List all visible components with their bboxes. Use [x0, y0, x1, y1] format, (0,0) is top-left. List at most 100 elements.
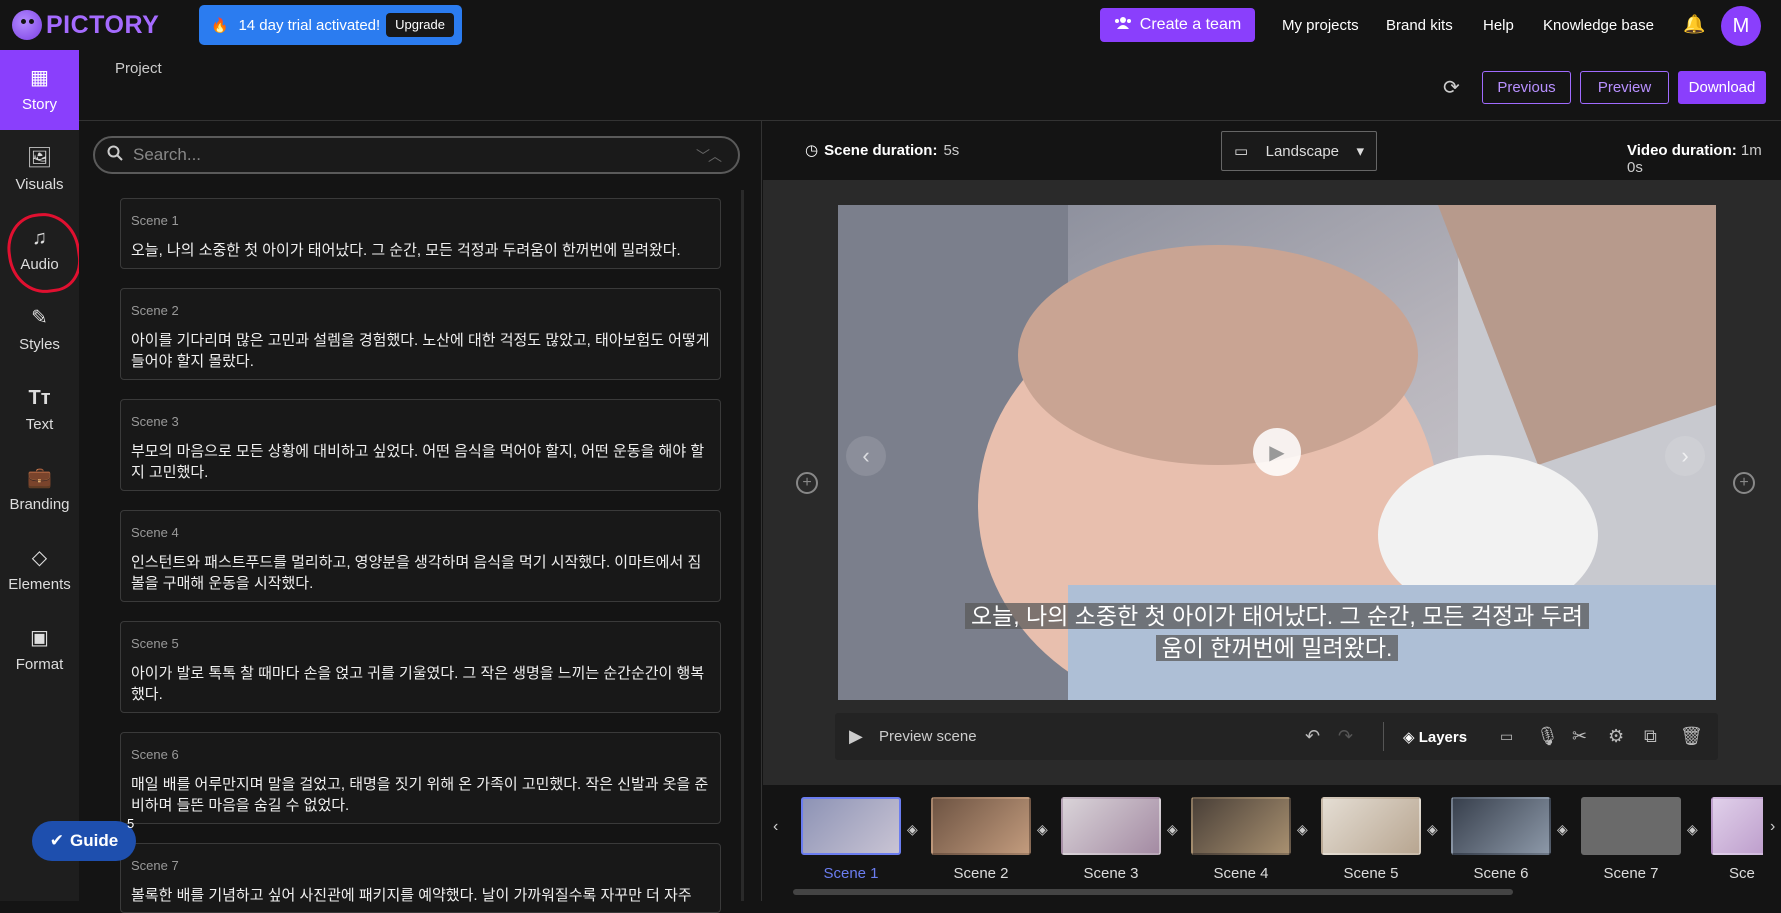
- caret-down-icon: ▾: [1356, 143, 1364, 160]
- refresh-icon[interactable]: ⟳: [1443, 75, 1460, 100]
- nav-help[interactable]: Help: [1483, 17, 1514, 34]
- timeline-thumb[interactable]: Scene 4: [1191, 797, 1291, 882]
- upgrade-button[interactable]: Upgrade: [386, 13, 454, 37]
- breadcrumb[interactable]: Project: [115, 60, 162, 77]
- scrollbar[interactable]: [741, 190, 744, 901]
- play-icon[interactable]: ▶: [849, 726, 863, 747]
- scene-card[interactable]: Scene 4 인스턴트와 패스트푸드를 멀리하고, 영양분을 생각하며 음식을…: [120, 510, 721, 602]
- landscape-icon: ▭: [1234, 143, 1249, 160]
- layers-icon[interactable]: ◈: [1687, 821, 1698, 838]
- next-media-arrow-icon[interactable]: ›: [1665, 436, 1705, 476]
- redo-icon[interactable]: ↷: [1338, 726, 1353, 747]
- nav-brand-kits[interactable]: Brand kits: [1386, 17, 1453, 34]
- layers-label: Layers: [1418, 728, 1468, 746]
- scene-card[interactable]: Scene 2 아이를 기다리며 많은 고민과 설렘을 경험했다. 노산에 대한…: [120, 288, 721, 380]
- team-icon: [1114, 16, 1132, 35]
- scene-thumbnail: [1581, 797, 1681, 855]
- bell-icon[interactable]: 🔔: [1683, 14, 1705, 35]
- scene-card[interactable]: Scene 3 부모의 마음으로 모든 상황에 대비하고 싶었다. 어떤 음식을…: [120, 399, 721, 491]
- nav-my-projects[interactable]: My projects: [1282, 17, 1359, 34]
- sidebar-item-branding[interactable]: 💼 Branding: [0, 450, 79, 530]
- microphone-icon[interactable]: 🎙: [1536, 726, 1559, 747]
- gear-icon[interactable]: ⚙: [1608, 726, 1624, 747]
- search-bar[interactable]: ﹀︿: [93, 136, 740, 174]
- scene-card[interactable]: Scene 7 볼록한 배를 기념하고 싶어 사진관에 패키지를 예약했다. 날…: [120, 843, 721, 913]
- pictory-logo[interactable]: PICTORY: [12, 10, 159, 40]
- captions-icon[interactable]: ▭: [1500, 728, 1513, 745]
- prev-media-arrow-icon[interactable]: ‹: [846, 436, 886, 476]
- sidebar-item-visuals[interactable]: 🖼 Visuals: [0, 130, 79, 210]
- previous-button[interactable]: Previous: [1482, 71, 1571, 104]
- timeline-thumb[interactable]: Scene 6: [1451, 797, 1551, 882]
- trial-text: 14 day trial activated!: [238, 16, 381, 34]
- add-scene-before-icon[interactable]: +: [796, 472, 818, 494]
- create-team-label: Create a team: [1139, 16, 1242, 33]
- layers-icon[interactable]: ◈: [907, 821, 918, 838]
- timeline-thumb[interactable]: Scene 3: [1061, 797, 1161, 882]
- sidebar-item-text[interactable]: Tт Text: [0, 370, 79, 450]
- layers-icon[interactable]: ◈: [1167, 821, 1178, 838]
- sidebar-item-format[interactable]: ▣ Format: [0, 610, 79, 690]
- download-button[interactable]: Download: [1678, 71, 1766, 104]
- timeline-next-icon[interactable]: ›: [1770, 818, 1775, 836]
- scene-text[interactable]: 부모의 마음으로 모든 상황에 대비하고 싶었다. 어떤 음식을 먹어야 할지,…: [131, 441, 710, 483]
- scene-text[interactable]: 아이를 기다리며 많은 고민과 설렘을 경험했다. 노산에 대한 걱정도 많았고…: [131, 330, 710, 372]
- layers-button[interactable]: ◈ Layers: [1403, 728, 1467, 746]
- text-icon: Tт: [28, 386, 51, 409]
- preview-scene-button[interactable]: Preview scene: [879, 728, 977, 745]
- play-icon[interactable]: ▶: [1253, 428, 1301, 476]
- layers-icon[interactable]: ◈: [1557, 821, 1568, 838]
- scene-text[interactable]: 매일 배를 어루만지며 말을 걸었고, 태명을 짓기 위해 온 가족이 고민했다…: [131, 774, 710, 816]
- scene-duration-label: Scene duration:: [824, 141, 938, 159]
- scene-duration: ◷ Scene duration: 5s: [805, 141, 960, 160]
- preview-button[interactable]: Preview: [1580, 71, 1669, 104]
- timeline-scrollbar[interactable]: [793, 889, 1513, 895]
- avatar[interactable]: M: [1721, 6, 1761, 46]
- scene-thumbnail: [931, 797, 1031, 855]
- scene-card[interactable]: Scene 1 오늘, 나의 소중한 첫 아이가 태어났다. 그 순간, 모든 …: [120, 198, 721, 269]
- timeline-thumb[interactable]: Scene 2: [931, 797, 1031, 882]
- caption[interactable]: 오늘, 나의 소중한 첫 아이가 태어났다. 그 순간, 모든 걱정과 두려 움…: [838, 600, 1716, 664]
- layers-icon[interactable]: ◈: [1037, 821, 1048, 838]
- trash-icon[interactable]: 🗑: [1680, 726, 1703, 747]
- timeline-thumb[interactable]: Sce: [1711, 797, 1763, 882]
- timeline-prev-icon[interactable]: ‹: [773, 818, 778, 836]
- thumb-label: Scene 5: [1343, 865, 1399, 882]
- scene-card[interactable]: Scene 6 매일 배를 어루만지며 말을 걸었고, 태명을 짓기 위해 온 …: [120, 732, 721, 824]
- sidebar-item-story[interactable]: ▦ Story: [0, 50, 79, 130]
- add-scene-after-icon[interactable]: +: [1733, 472, 1755, 494]
- scene-thumbnail: [1191, 797, 1291, 855]
- scene-label: Scene 7: [131, 858, 179, 873]
- scene-text[interactable]: 볼록한 배를 기념하고 싶어 사진관에 패키지를 예약했다. 날이 가까워질수록…: [131, 885, 710, 906]
- scene-duration-value: 5s: [943, 141, 960, 159]
- undo-icon[interactable]: ↶: [1305, 726, 1320, 747]
- nav-knowledge-base[interactable]: Knowledge base: [1543, 17, 1654, 34]
- scene-thumbnail: [1061, 797, 1161, 855]
- sidebar-item-elements[interactable]: ◇ Elements: [0, 530, 79, 610]
- scene-label: Scene 1: [131, 213, 179, 228]
- sidebar-item-styles[interactable]: ✎ Styles: [0, 290, 79, 370]
- timeline-thumb[interactable]: Scene 5: [1321, 797, 1421, 882]
- search-input[interactable]: [133, 145, 653, 165]
- timeline-thumb[interactable]: Scene 1: [801, 797, 901, 882]
- orientation-value: Landscape: [1265, 142, 1340, 160]
- clock-icon: ◷: [805, 142, 819, 159]
- sidebar-item-label: Format: [15, 655, 64, 673]
- guide-count-badge: 5: [127, 816, 135, 831]
- orientation-dropdown[interactable]: ▭ Landscape ▾: [1221, 131, 1377, 171]
- guide-button[interactable]: ✔ Guide: [32, 821, 136, 861]
- scissors-icon[interactable]: ✂: [1572, 726, 1587, 747]
- scene-card[interactable]: Scene 5 아이가 발로 톡톡 찰 때마다 손을 얹고 귀를 기울였다. 그…: [120, 621, 721, 713]
- sidebar-item-label: Elements: [8, 575, 71, 593]
- duplicate-icon[interactable]: ⧉: [1644, 726, 1657, 747]
- octopus-logo-icon: [12, 10, 42, 40]
- layers-icon[interactable]: ◈: [1427, 821, 1438, 838]
- scene-label: Scene 6: [131, 747, 179, 762]
- scene-text[interactable]: 오늘, 나의 소중한 첫 아이가 태어났다. 그 순간, 모든 걱정과 두려움이…: [131, 240, 710, 261]
- scene-text[interactable]: 아이가 발로 톡톡 찰 때마다 손을 얹고 귀를 기울였다. 그 작은 생명을 …: [131, 663, 710, 705]
- create-team-button[interactable]: Create a team: [1100, 8, 1255, 42]
- timeline-thumb[interactable]: Scene 7: [1581, 797, 1681, 882]
- collapse-expand-icon[interactable]: ﹀︿: [696, 146, 722, 166]
- scene-text[interactable]: 인스턴트와 패스트푸드를 멀리하고, 영양분을 생각하며 음식을 먹기 시작했다…: [131, 552, 710, 594]
- layers-icon[interactable]: ◈: [1297, 821, 1308, 838]
